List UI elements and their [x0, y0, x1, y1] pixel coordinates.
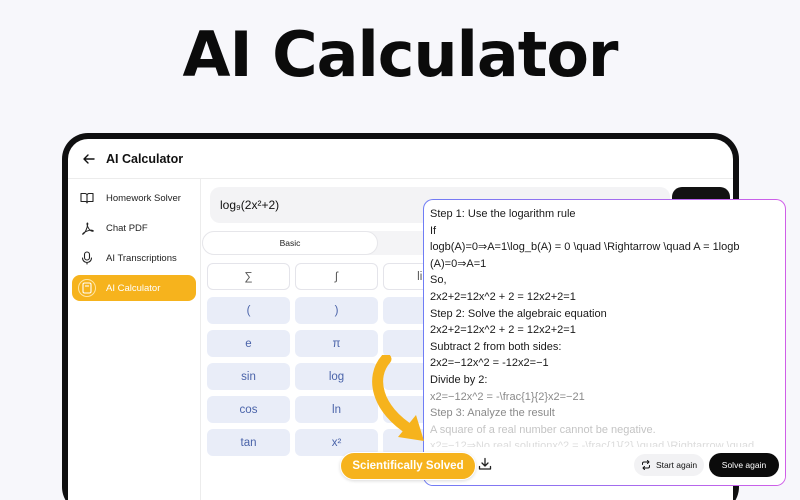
- sidebar-item-homework-solver[interactable]: Homework Solver: [72, 185, 196, 211]
- sidebar-item-chat-pdf[interactable]: Chat PDF: [72, 215, 196, 241]
- book-icon: [78, 189, 96, 207]
- key-ln[interactable]: ln: [295, 396, 378, 423]
- sidebar-item-label: Chat PDF: [106, 222, 148, 234]
- start-again-label: Start again: [655, 460, 698, 470]
- sidebar-item-label: Homework Solver: [106, 192, 181, 204]
- sidebar-item-label: AI Calculator: [106, 282, 161, 294]
- solution-line: Step 3: Analyze the result: [430, 407, 555, 420]
- solution-line: x2=−12x^2 = -\frac{1}{2}x2=−21: [430, 390, 585, 403]
- key-tan[interactable]: tan: [207, 429, 290, 456]
- solve-again-button[interactable]: Solve again: [709, 453, 779, 477]
- solution-line: logb(A)=0⇒A=1\log_b(A) = 0 \quad \Righta…: [430, 241, 740, 254]
- sidebar-item-ai-calculator[interactable]: AI Calculator: [72, 275, 196, 301]
- expression-text: log₉(2x²+2): [220, 198, 280, 212]
- sidebar-item-label: AI Transcriptions: [106, 252, 177, 264]
- solution-panel: Step 1: Use the logarithm rule If logb(A…: [423, 199, 786, 486]
- key-e[interactable]: e: [207, 330, 290, 357]
- solution-footer: Start again Solve again: [424, 447, 785, 485]
- solution-line: Step 2: Solve the algebraic equation: [430, 307, 607, 320]
- key-cos[interactable]: cos: [207, 396, 290, 423]
- microphone-icon: [78, 249, 96, 267]
- repeat-icon: [641, 460, 650, 470]
- calculator-icon: [78, 279, 96, 297]
- key-log[interactable]: log: [295, 363, 378, 390]
- solution-line: Subtract 2 from both sides:: [430, 340, 562, 353]
- scientifically-solved-badge: Scientifically Solved: [340, 452, 476, 480]
- sidebar: Homework Solver Chat PDF AI Transcriptio…: [68, 179, 201, 500]
- download-icon[interactable]: [478, 457, 494, 473]
- curved-arrow-icon: [372, 355, 424, 441]
- solution-line: (A)=0⇒A=1: [430, 257, 487, 270]
- pdf-icon: [78, 219, 96, 237]
- solution-line: A square of a real number cannot be nega…: [430, 423, 656, 436]
- key-integral[interactable]: ∫: [295, 263, 378, 290]
- solution-line: So,: [430, 274, 447, 287]
- key-sin[interactable]: sin: [207, 363, 290, 390]
- key-sum[interactable]: ∑: [207, 263, 290, 290]
- solution-line: 2x2+2=12x^2 + 2 = 12x2+2=1: [430, 290, 576, 303]
- page-title: AI Calculator: [106, 151, 184, 166]
- back-arrow-icon[interactable]: [78, 148, 100, 170]
- solution-line: 2x2+2=12x^2 + 2 = 12x2+2=1: [430, 324, 576, 337]
- key-pi[interactable]: π: [295, 330, 378, 357]
- solution-line: Step 1: Use the logarithm rule: [430, 208, 576, 220]
- tab-basic[interactable]: Basic: [202, 231, 378, 255]
- solution-line: If: [430, 224, 437, 237]
- key-open-paren[interactable]: (: [207, 297, 290, 324]
- top-bar: AI Calculator: [68, 139, 733, 179]
- hero-title: AI Calculator: [182, 18, 618, 91]
- solution-steps: Step 1: Use the logarithm rule If logb(A…: [430, 206, 781, 455]
- start-again-button[interactable]: Start again: [634, 454, 704, 476]
- solution-line: 2x2=−12x^2 = -12x2=−1: [430, 357, 549, 370]
- sidebar-item-ai-transcriptions[interactable]: AI Transcriptions: [72, 245, 196, 271]
- key-close-paren[interactable]: ): [295, 297, 378, 324]
- solution-line: Divide by 2:: [430, 373, 488, 386]
